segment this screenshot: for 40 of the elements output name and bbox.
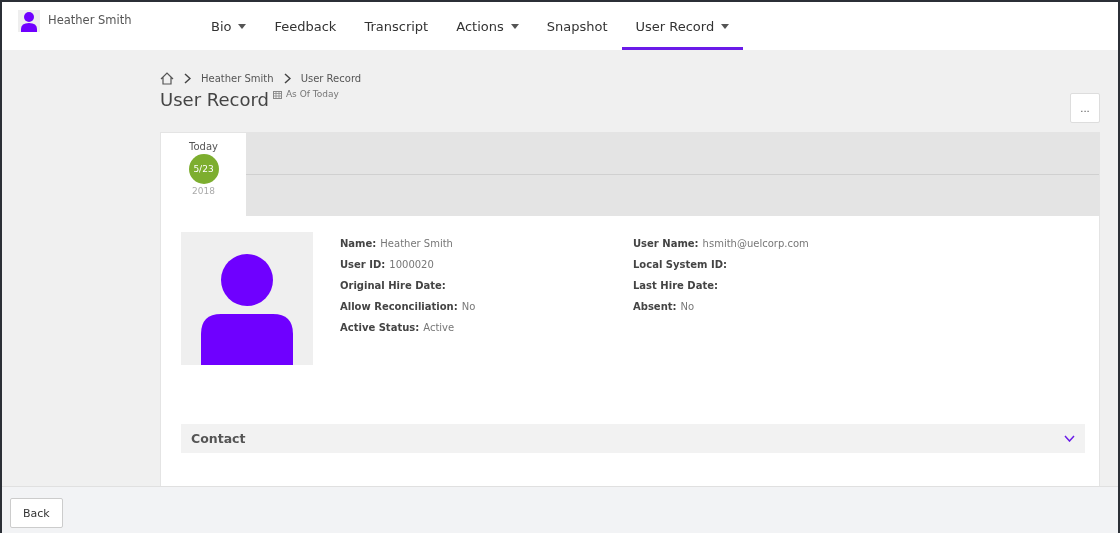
nav-tab[interactable]: Snapshot <box>532 5 622 50</box>
field-label: Absent: <box>633 300 677 312</box>
chevron-right-icon <box>184 73 191 84</box>
field-label: Original Hire Date: <box>340 279 446 291</box>
field-value: Active <box>423 321 455 333</box>
breadcrumb-link[interactable]: Heather Smith <box>201 73 274 84</box>
field-label: Allow Reconciliation: <box>340 300 458 312</box>
nav-tab[interactable]: Bio <box>197 5 261 50</box>
as-of-label: As Of Today <box>285 89 339 99</box>
more-button[interactable]: ... <box>1070 93 1100 123</box>
section-header[interactable]: Contact <box>181 424 1085 453</box>
timeline-item[interactable]: Today 5/23 2018 <box>161 133 246 216</box>
back-button[interactable]: Back <box>10 498 63 528</box>
user-avatar-icon[interactable] <box>18 10 40 32</box>
field-label: Local System ID: <box>633 258 727 270</box>
field-value: No <box>461 300 476 312</box>
field-label: User ID: <box>340 258 386 270</box>
field-label: User Name: <box>633 237 699 249</box>
home-icon[interactable] <box>160 72 174 85</box>
caret-icon <box>510 23 519 29</box>
user-name: Heather Smith <box>48 13 132 27</box>
nav-tab[interactable]: Transcript <box>350 5 443 50</box>
field-value: Heather Smith <box>380 237 453 249</box>
field-label: Last Hire Date: <box>633 279 718 291</box>
field-value: No <box>680 300 695 312</box>
field-value: hsmith@uelcorp.com <box>702 237 809 249</box>
nav-tab[interactable]: Actions <box>442 5 533 50</box>
field-label: Name: <box>340 237 377 249</box>
field-label: Active Status: <box>340 321 420 333</box>
calendar-icon <box>272 89 282 99</box>
user-silhouette-icon <box>201 252 293 365</box>
page-title: User Record <box>160 89 269 110</box>
caret-icon <box>721 23 730 29</box>
breadcrumb-link[interactable]: User Record <box>300 73 362 84</box>
caret-icon <box>238 23 247 29</box>
nav-tab[interactable]: Feedback <box>260 5 351 50</box>
chevron-right-icon <box>283 73 291 84</box>
field-value: 1000020 <box>389 258 434 270</box>
chevron-down-icon <box>1064 435 1075 442</box>
nav-tab[interactable]: User Record <box>621 5 744 50</box>
